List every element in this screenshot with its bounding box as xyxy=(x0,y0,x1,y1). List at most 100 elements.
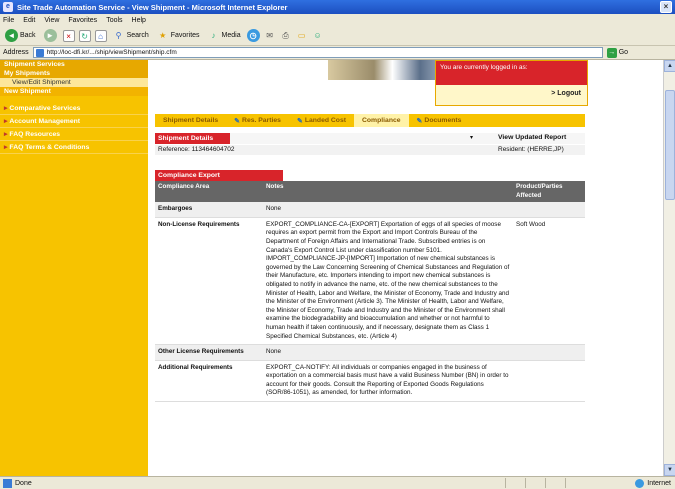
logout-link[interactable]: > Logout xyxy=(436,85,587,102)
tab-res-parties[interactable]: ✎ Res. Parties xyxy=(226,117,289,125)
stop-icon[interactable]: × xyxy=(62,29,75,42)
status-bar: Done Internet xyxy=(0,476,675,489)
tab-landed-cost[interactable]: ✎ Landed Cost xyxy=(289,117,354,125)
refresh-icon[interactable]: ↻ xyxy=(78,29,91,42)
menu-favorites[interactable]: Favorites xyxy=(68,17,97,24)
folder-icon[interactable]: ▭ xyxy=(296,30,308,42)
back-arrow-icon: ◄ xyxy=(5,29,18,42)
mail-icon[interactable]: ✉ xyxy=(264,30,276,42)
sidebar-item-comparative[interactable]: ▸ Comparative Services xyxy=(0,102,148,115)
reference-row: Reference: 113464604702 Resident: (HERRE… xyxy=(155,145,585,155)
row-notes: EXPORT_COMPLIANCE-CA-[EXPORT] Exportatio… xyxy=(263,217,513,346)
row-area: Non-License Requirements xyxy=(155,217,263,346)
bullet-icon: ▸ xyxy=(4,144,8,151)
menu-edit[interactable]: Edit xyxy=(23,17,35,24)
forward-arrow-icon: ► xyxy=(43,29,57,42)
row-affected xyxy=(513,344,585,361)
sidebar: Shipment Services My Shipments View/Edit… xyxy=(0,60,148,476)
row-notes: None xyxy=(263,202,513,218)
menu-help[interactable]: Help xyxy=(132,17,146,24)
row-notes: EXPORT_CA-NOTIFY: All individuals or com… xyxy=(263,360,513,403)
print-icon[interactable]: ⎙ xyxy=(280,30,292,42)
star-icon: ★ xyxy=(159,30,167,40)
bullet-icon: ▸ xyxy=(4,131,8,138)
sidebar-section-title: Shipment Services xyxy=(0,60,148,69)
forward-button[interactable]: ► xyxy=(42,28,59,43)
view-report-link[interactable]: View Updated Report xyxy=(498,134,566,141)
row-area: Embargoes xyxy=(155,202,263,218)
scroll-up-icon[interactable]: ▲ xyxy=(664,60,675,72)
sidebar-item-account[interactable]: ▸ Account Management xyxy=(0,115,148,128)
search-button[interactable]: ⚲ Search xyxy=(111,29,151,43)
table-row: Additional Requirements EXPORT_CA-NOTIFY… xyxy=(155,360,585,403)
menu-bar: File Edit View Favorites Tools Help xyxy=(0,14,675,26)
page-done-icon xyxy=(3,478,12,488)
search-icon: ⚲ xyxy=(115,30,122,40)
col-compliance-area: Compliance Area xyxy=(155,181,263,203)
table-header-row: Compliance Area Notes Product/Parties Af… xyxy=(155,181,585,203)
address-input[interactable]: http://loc-dfi.kr/.../ship/viewShipment/… xyxy=(32,47,603,58)
row-area: Other License Requirements xyxy=(155,344,263,361)
col-affected: Product/Parties Affected xyxy=(513,181,585,203)
scroll-thumb[interactable] xyxy=(665,90,675,200)
bullet-icon: ▸ xyxy=(4,118,8,125)
login-message: You are currently logged in as: xyxy=(436,61,587,85)
go-button[interactable]: → Go xyxy=(606,47,628,58)
vertical-scrollbar[interactable]: ▲ ▼ xyxy=(663,60,675,476)
home-icon[interactable]: ⌂ xyxy=(94,29,107,42)
go-arrow-icon: → xyxy=(606,47,617,58)
tab-shipment-details[interactable]: Shipment Details xyxy=(155,117,226,124)
tab-bar: Shipment Details ✎ Res. Parties ✎ Landed C… xyxy=(155,114,585,127)
row-affected xyxy=(513,360,585,403)
ie-icon: e xyxy=(3,2,13,12)
address-label: Address xyxy=(3,49,29,56)
sidebar-item-view-edit[interactable]: View/Edit Shipment xyxy=(0,78,148,87)
favorites-button[interactable]: ★ Favorites xyxy=(155,29,202,43)
reference-label: Reference: xyxy=(158,146,190,153)
back-button[interactable]: ◄ Back xyxy=(3,28,38,43)
table-row: Other License Requirements None xyxy=(155,344,585,361)
close-icon[interactable]: × xyxy=(660,1,672,13)
col-notes: Notes xyxy=(263,181,513,203)
status-cells xyxy=(505,478,585,488)
row-affected xyxy=(513,202,585,218)
compliance-table: Compliance Area Notes Product/Parties Af… xyxy=(155,181,585,403)
menu-tools[interactable]: Tools xyxy=(106,17,122,24)
page-icon xyxy=(35,48,44,57)
media-icon: ♪ xyxy=(211,30,216,40)
status-text: Done xyxy=(15,479,32,487)
window-titlebar: e Site Trade Automation Service - View S… xyxy=(0,0,675,14)
pencil-icon: ✎ xyxy=(296,117,303,125)
globe-icon xyxy=(635,479,645,488)
bullet-icon: ▸ xyxy=(4,105,8,112)
table-row: Non-License Requirements EXPORT_COMPLIAN… xyxy=(155,217,585,346)
address-bar: Address http://loc-dfi.kr/.../ship/viewS… xyxy=(0,46,675,60)
pencil-icon: ✎ xyxy=(234,117,241,125)
sidebar-item-new-shipment[interactable]: New Shipment xyxy=(0,87,148,96)
row-affected: Soft Wood xyxy=(513,217,585,346)
security-zone: Internet xyxy=(635,479,671,488)
sidebar-item-faq-terms[interactable]: ▸ FAQ Terms & Conditions xyxy=(0,141,148,154)
address-url: http://loc-dfi.kr/.../ship/viewShipment/… xyxy=(46,49,177,56)
media-button[interactable]: ♪ Media xyxy=(206,29,243,43)
menu-file[interactable]: File xyxy=(3,17,14,24)
pencil-icon: ✎ xyxy=(416,117,423,125)
row-area: Additional Requirements xyxy=(155,360,263,403)
scroll-down-icon[interactable]: ▼ xyxy=(664,464,675,476)
table-row: Embargoes None xyxy=(155,202,585,218)
resident-value: (HERRE,JP) xyxy=(527,146,564,153)
expand-caret-icon[interactable]: ▾ xyxy=(470,134,473,141)
sidebar-item-my-shipments[interactable]: My Shipments xyxy=(0,69,148,78)
page-viewport: Shipment Services My Shipments View/Edit… xyxy=(0,60,663,476)
tab-documents[interactable]: ✎ Documents xyxy=(409,117,470,125)
history-icon[interactable]: ◷ xyxy=(246,29,260,42)
compliance-header: Compliance Export xyxy=(155,170,283,181)
browser-toolbar: ◄ Back ► × ↻ ⌂ ⚲ Search ★ Favorites ♪ Me… xyxy=(0,26,675,46)
sidebar-item-faq-resources[interactable]: ▸ FAQ Resources xyxy=(0,128,148,141)
login-box: You are currently logged in as: > Logout xyxy=(435,60,588,106)
messenger-icon[interactable]: ☺ xyxy=(312,30,324,42)
reference-value: 113464604702 xyxy=(191,146,235,153)
tab-compliance[interactable]: Compliance xyxy=(354,114,409,127)
row-notes: None xyxy=(263,344,513,361)
menu-view[interactable]: View xyxy=(44,17,59,24)
